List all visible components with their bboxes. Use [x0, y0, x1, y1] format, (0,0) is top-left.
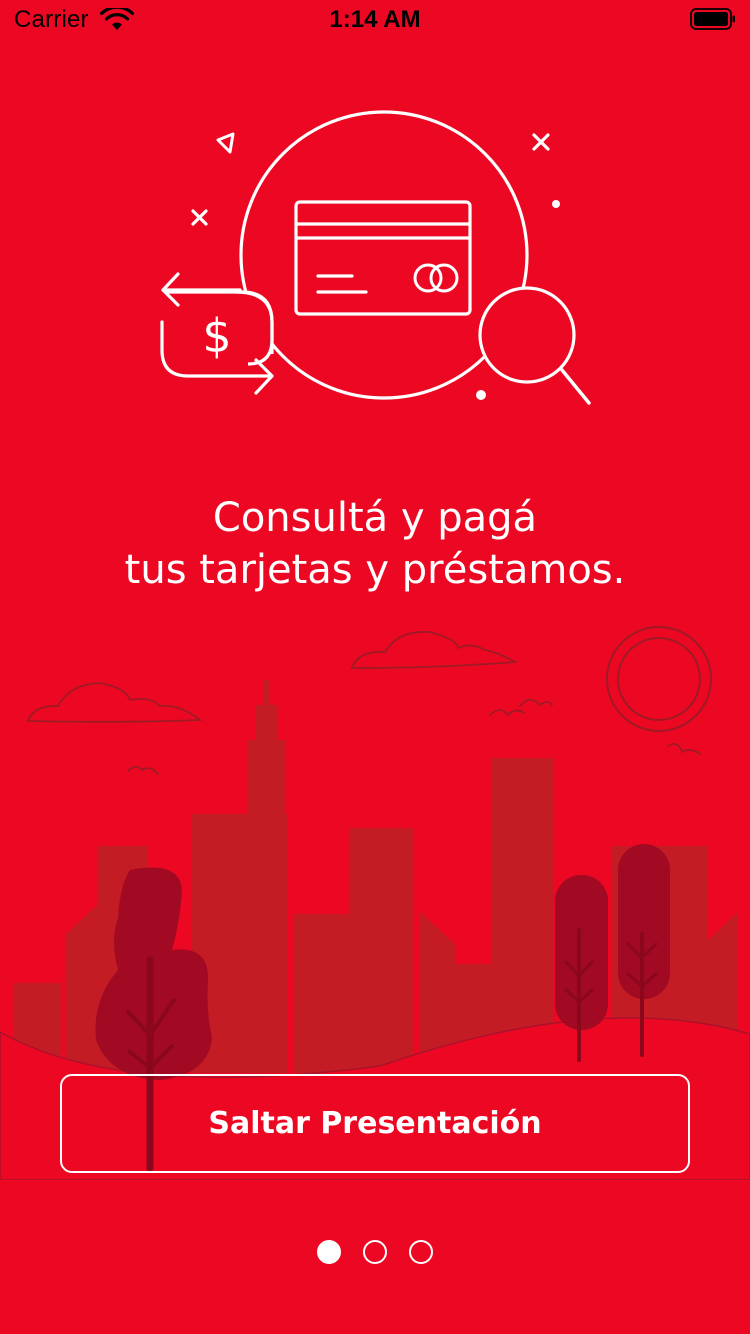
dollar-exchange-icon: $ [160, 272, 274, 395]
svg-text:$: $ [202, 309, 231, 363]
birds [127, 698, 701, 775]
hero-illustration: $ [160, 110, 591, 405]
page-dot-3[interactable] [409, 1240, 433, 1264]
sun-icon [606, 626, 712, 732]
title-line-2: tus tarjetas y préstamos. [124, 547, 626, 593]
onboarding-title: Consultá y pagá tus tarjetas y préstamos… [0, 492, 750, 596]
magnifier-icon [478, 286, 591, 405]
page-dot-2[interactable] [363, 1240, 387, 1264]
status-time: 1:14 AM [329, 6, 421, 33]
title-line-1: Consultá y pagá [212, 495, 538, 541]
skip-presentation-button[interactable]: Saltar Presentación [60, 1074, 690, 1173]
page-dot-1[interactable] [317, 1240, 341, 1264]
status-bar: Carrier 1:14 AM [0, 0, 750, 40]
page-indicator [0, 1240, 750, 1264]
credit-card-icon [294, 200, 472, 316]
battery-icon [690, 8, 735, 30]
